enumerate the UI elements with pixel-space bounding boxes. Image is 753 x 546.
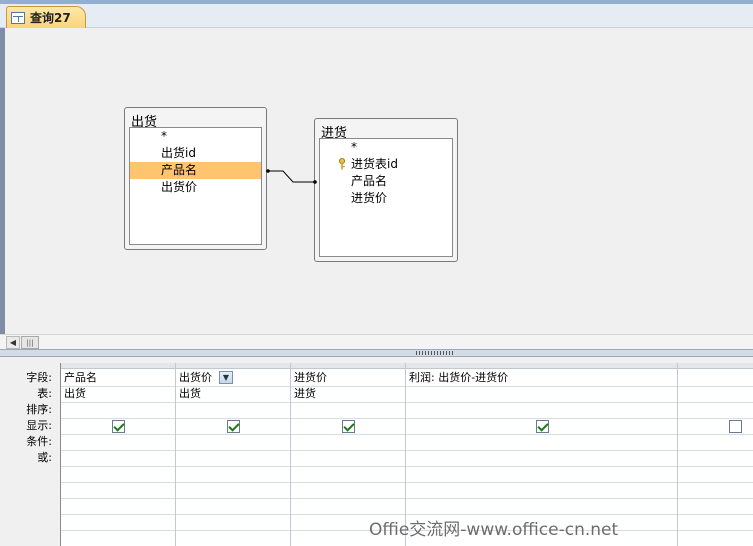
field-item-selected[interactable]: 产品名 [130, 162, 261, 179]
pane-splitter[interactable] [0, 349, 753, 357]
scroll-left-arrow-icon[interactable]: ◀ [6, 336, 20, 349]
show-checkbox[interactable] [227, 420, 240, 433]
table-cell[interactable]: 出货 [179, 386, 201, 402]
show-checkbox[interactable] [536, 420, 549, 433]
scroll-thumb[interactable]: ||| [21, 336, 39, 349]
field-item[interactable]: * [130, 128, 261, 145]
field-item[interactable]: 出货id [130, 145, 261, 162]
show-checkbox[interactable] [112, 420, 125, 433]
field-item-primary-key[interactable]: 进货表id [320, 156, 452, 173]
watermark-text: Offie交流网-www.office-cn.net [369, 520, 619, 540]
column-selector-bar[interactable] [61, 363, 753, 369]
query-icon [11, 11, 25, 24]
table-cell[interactable]: 进货 [294, 386, 316, 402]
tab-query27[interactable]: 查询27 [6, 6, 86, 28]
row-label-field: 字段: [26, 371, 52, 384]
row-label-show: 显示: [26, 419, 52, 432]
show-checkbox[interactable] [342, 420, 355, 433]
field-item[interactable]: * [320, 139, 452, 156]
row-label-or: 或: [37, 451, 52, 464]
table-pane[interactable]: 出货 * 出货id 产品名 出货价 进货 * 进货表id 产品名 进货价 [0, 28, 753, 334]
field-cell[interactable]: 利润: 出货价-进货价 [409, 370, 508, 386]
document-tab-bar: 查询27 [0, 4, 753, 28]
field-list-chuhuo[interactable]: 出货 * 出货id 产品名 出货价 [124, 107, 267, 250]
tab-label: 查询27 [30, 11, 71, 25]
join-line[interactable] [263, 164, 323, 188]
field-cell[interactable]: 进货价 [294, 370, 327, 386]
field-list-items[interactable]: * 进货表id 产品名 进货价 [319, 138, 453, 257]
table-cell[interactable]: 出货 [64, 386, 86, 402]
row-label-criteria: 条件: [26, 435, 52, 448]
primary-key-icon [339, 158, 345, 170]
show-checkbox[interactable] [729, 420, 742, 433]
splitter-grip-icon[interactable] [416, 351, 454, 355]
chevron-down-icon[interactable]: ▼ [219, 371, 233, 384]
field-cell[interactable]: 出货价 [179, 370, 212, 386]
field-item[interactable]: 进货价 [320, 190, 452, 207]
field-item[interactable]: 产品名 [320, 173, 452, 190]
row-label-sort: 排序: [26, 403, 52, 416]
field-list-jinhuo[interactable]: 进货 * 进货表id 产品名 进货价 [314, 118, 458, 262]
row-label-table: 表: [37, 387, 52, 400]
field-list-items[interactable]: * 出货id 产品名 出货价 [129, 127, 262, 245]
field-cell[interactable]: 产品名 [64, 370, 97, 386]
field-item[interactable]: 出货价 [130, 179, 261, 196]
field-item-label: 进货表id [351, 157, 398, 171]
horizontal-scrollbar[interactable]: ◀ ||| [0, 334, 753, 349]
